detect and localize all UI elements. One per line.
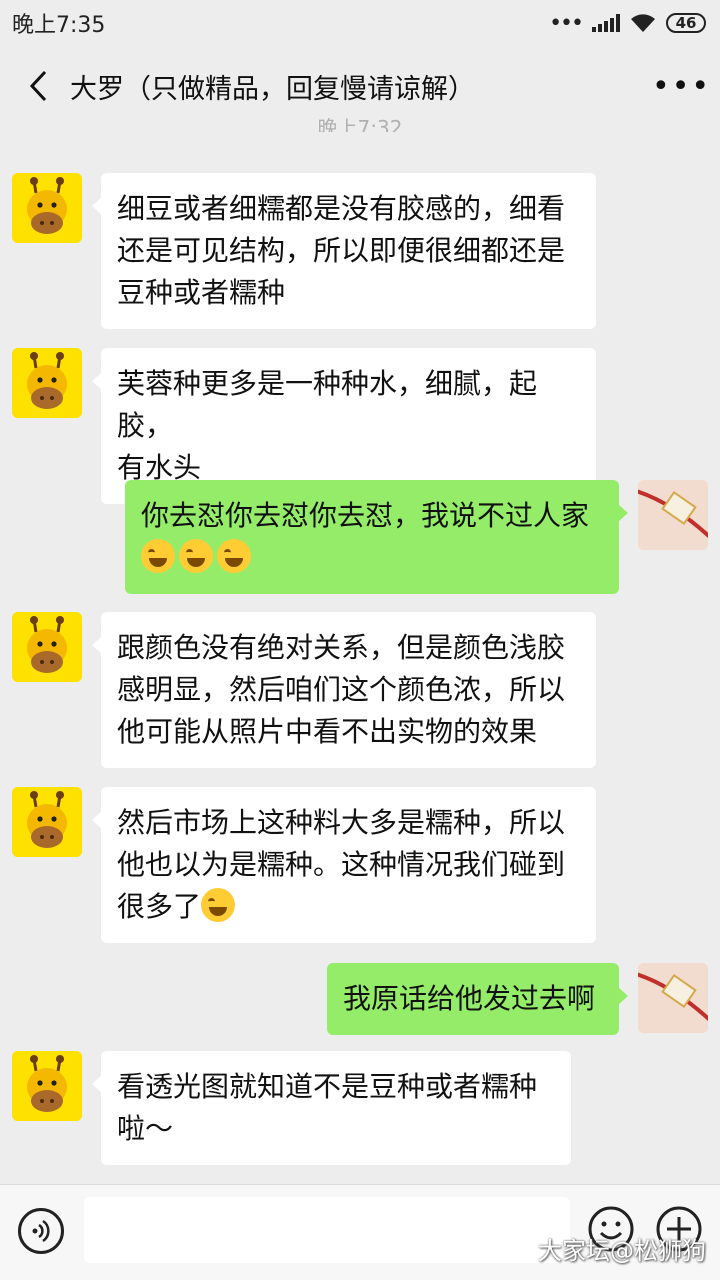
message-text-line: 啦～ [117, 1112, 174, 1145]
status-bar: 晚上7:35 ••• 46 [0, 0, 720, 46]
contact-avatar[interactable] [12, 612, 82, 682]
message-input[interactable] [84, 1197, 570, 1263]
message-text-line: 感明显，然后咱们这个颜色浓，所以 [117, 673, 566, 706]
more-button[interactable]: ••• [652, 69, 709, 104]
facepalm-laugh-emoji [217, 539, 251, 573]
contact-avatar[interactable] [12, 348, 82, 418]
signal-icon [592, 14, 620, 32]
facepalm-laugh-emoji [141, 539, 175, 573]
message-text-line: 看透光图就知道不是豆种或者糯种 [117, 1070, 538, 1103]
status-icons: ••• 46 [549, 11, 706, 36]
watermark: 大家坛@松狮狗 [538, 1237, 706, 1265]
message-timestamp: 晚上7:32 [317, 116, 403, 132]
facepalm-laugh-emoji [179, 539, 213, 573]
message-bubble[interactable]: 我原话给他发过去啊 [327, 963, 628, 1035]
bracelet-photo-icon [638, 963, 708, 1033]
notification-dots-icon: ••• [549, 10, 584, 36]
chat-input-bar: 大家坛@松狮狗 [0, 1184, 720, 1280]
contact-avatar[interactable] [12, 1051, 82, 1121]
voice-icon [32, 1219, 50, 1243]
message-bubble[interactable]: 然后市场上这种料大多是糯种，所以 他也以为是糯种。这种情况我们碰到 很多了 [92, 787, 596, 943]
status-time: 晚上7:35 [12, 13, 106, 38]
message-text-line: 还是可见结构，所以即便很细都还是 [117, 234, 566, 267]
giraffe-icon [12, 787, 82, 857]
message-bubble[interactable]: 跟颜色没有绝对关系，但是颜色浅胶 感明显，然后咱们这个颜色浓，所以 他可能从照片… [92, 612, 596, 768]
chat-title: 大罗（只做精品，回复慢请谅解） [70, 73, 475, 105]
message-text-line: 然后市场上这种料大多是糯种，所以 [117, 806, 566, 839]
battery-icon: 46 [666, 13, 706, 33]
message-text-line: 他可能从照片中看不出实物的效果 [117, 715, 538, 748]
message-text-line: 芙蓉种更多是一种种水，细腻，起胶， [117, 367, 538, 442]
more-icon: ••• [652, 68, 712, 104]
my-avatar[interactable] [638, 963, 708, 1033]
giraffe-icon [12, 1051, 82, 1121]
contact-avatar[interactable] [12, 787, 82, 857]
message-bubble[interactable]: 细豆或者细糯都是没有胶感的，细看 还是可见结构，所以即便很细都还是 豆种或者糯种 [92, 173, 596, 329]
message-text-line: 很多了 [117, 890, 202, 923]
my-avatar[interactable] [638, 480, 708, 550]
message-text-line: 我原话给他发过去啊 [343, 982, 596, 1015]
giraffe-icon [12, 348, 82, 418]
giraffe-icon [12, 173, 82, 243]
back-button[interactable] [18, 56, 58, 116]
contact-avatar[interactable] [12, 173, 82, 243]
message-text-line: 豆种或者糯种 [117, 276, 286, 309]
message-bubble[interactable]: 看透光图就知道不是豆种或者糯种 啦～ [92, 1051, 571, 1165]
message-text-line: 细豆或者细糯都是没有胶感的，细看 [117, 192, 566, 225]
message-text-line: 他也以为是糯种。这种情况我们碰到 [117, 848, 566, 881]
message-text-line: 你去怼你去怼你去怼，我说不过人家 [141, 499, 590, 532]
voice-button[interactable] [18, 1208, 64, 1254]
tears-of-joy-emoji [201, 888, 236, 922]
message-text-line: 跟颜色没有绝对关系，但是颜色浅胶 [117, 631, 566, 664]
wifi-icon [631, 14, 655, 32]
bracelet-photo-icon [638, 480, 708, 550]
giraffe-icon [12, 612, 82, 682]
chevron-left-icon [29, 70, 47, 102]
message-bubble[interactable]: 你去怼你去怼你去怼，我说不过人家 [125, 480, 628, 594]
